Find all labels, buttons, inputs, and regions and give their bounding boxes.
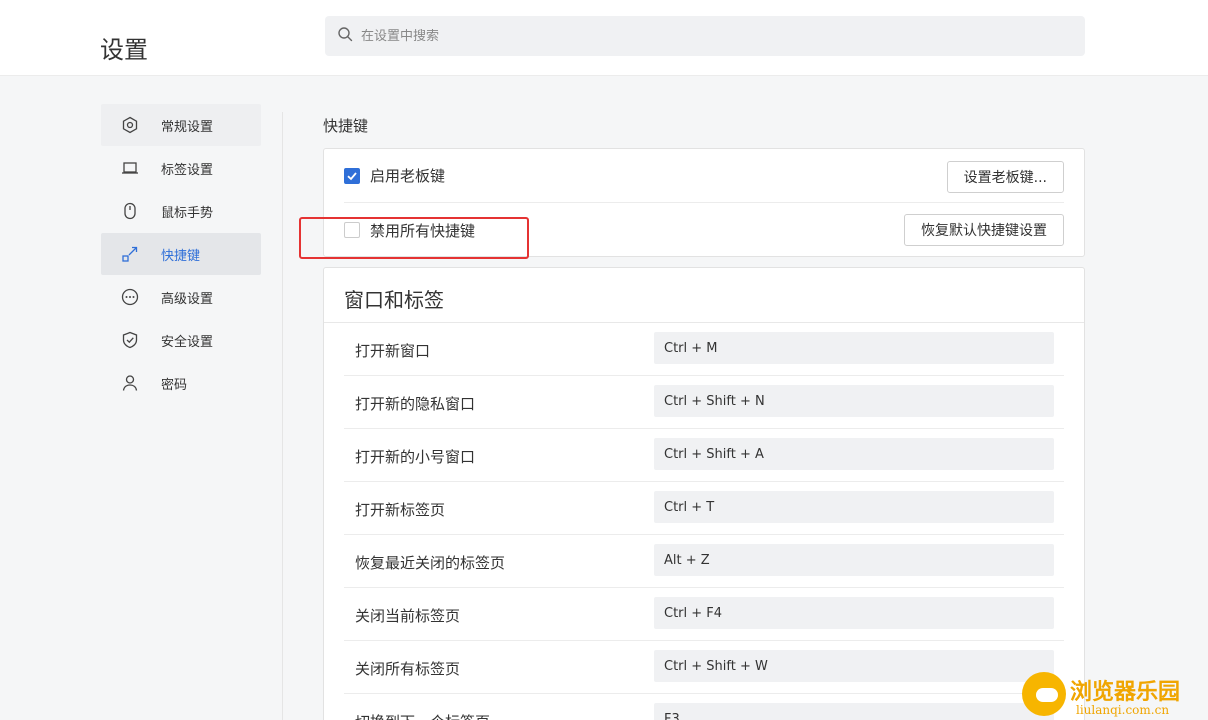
sidebar-item-label: 鼠标手势 bbox=[161, 205, 214, 221]
shortcut-key-field[interactable]: Ctrl + Shift + N bbox=[654, 385, 1054, 417]
sidebar-item-security[interactable]: 安全设置 bbox=[101, 319, 261, 361]
shortcut-key-field[interactable]: Ctrl + M bbox=[654, 332, 1054, 364]
shortcut-key-field[interactable]: Ctrl + Shift + A bbox=[654, 438, 1054, 470]
window-tabs-card: 窗口和标签 打开新窗口 Ctrl + M 打开新的隐私窗口 Ctrl + Shi… bbox=[323, 267, 1085, 720]
page-title: 设置 bbox=[100, 36, 148, 64]
shortcut-name: 打开新的隐私窗口 bbox=[355, 395, 476, 413]
shortcut-name: 恢复最近关闭的标签页 bbox=[355, 554, 506, 572]
shortcut-name: 切换到下一个标签页 bbox=[355, 711, 490, 720]
sidebar-item-shortcuts[interactable]: 快捷键 bbox=[101, 233, 261, 275]
watermark-url: liulanqi.com.cn bbox=[1076, 703, 1170, 717]
watermark-title: 浏览器乐园 bbox=[1070, 679, 1181, 705]
sidebar-item-label: 安全设置 bbox=[161, 334, 214, 350]
more-dots-icon bbox=[121, 288, 139, 306]
shortcut-key-field[interactable]: Ctrl + Shift + W bbox=[654, 650, 1054, 682]
shortcut-name: 关闭当前标签页 bbox=[355, 607, 461, 625]
boss-key-checkbox[interactable] bbox=[344, 167, 360, 184]
sidebar-divider bbox=[282, 112, 283, 720]
shortcut-name: 打开新窗口 bbox=[355, 342, 431, 360]
shortcut-name: 关闭所有标签页 bbox=[355, 660, 461, 678]
shortcut-key-field[interactable]: Alt + Z bbox=[654, 544, 1054, 576]
sidebar-item-label: 快捷键 bbox=[161, 248, 201, 264]
shortcut-key-field[interactable]: Ctrl + T bbox=[654, 491, 1054, 523]
boss-key-row: 启用老板键 设置老板键... bbox=[344, 149, 1064, 203]
shortcut-list: 打开新窗口 Ctrl + M 打开新的隐私窗口 Ctrl + Shift + N… bbox=[344, 323, 1064, 720]
sidebar-item-label: 高级设置 bbox=[161, 291, 214, 307]
sidebar-item-mouse-gestures[interactable]: 鼠标手势 bbox=[101, 190, 261, 232]
shortcut-row: 打开新的小号窗口 Ctrl + Shift + A bbox=[344, 429, 1064, 482]
search-input[interactable] bbox=[361, 28, 961, 44]
sidebar-item-label: 密码 bbox=[161, 377, 188, 393]
card-title: 窗口和标签 bbox=[344, 288, 444, 312]
shortcut-row: 切换到下一个标签页 F3 bbox=[344, 694, 1064, 720]
watermark-logo-icon bbox=[1022, 672, 1066, 716]
annotation-highlight-box bbox=[299, 217, 529, 259]
search-icon bbox=[337, 26, 353, 46]
sidebar-item-label: 常规设置 bbox=[161, 119, 214, 135]
watermark-logo: 浏览器乐园 liulanqi.com.cn bbox=[1020, 670, 1200, 720]
sidebar-item-advanced[interactable]: 高级设置 bbox=[101, 276, 261, 318]
section-title: 快捷键 bbox=[323, 117, 369, 135]
shortcut-row: 关闭当前标签页 Ctrl + F4 bbox=[344, 588, 1064, 641]
shortcut-name: 打开新标签页 bbox=[355, 501, 446, 519]
sidebar-item-tabs[interactable]: 标签设置 bbox=[101, 147, 261, 189]
boss-key-label: 启用老板键 bbox=[370, 167, 446, 185]
set-boss-key-button[interactable]: 设置老板键... bbox=[946, 161, 1064, 193]
mouse-icon bbox=[121, 202, 139, 220]
shortcut-row: 打开新标签页 Ctrl + T bbox=[344, 482, 1064, 535]
shortcut-key-field[interactable]: F3 bbox=[654, 703, 1054, 720]
shortcut-row: 恢复最近关闭的标签页 Alt + Z bbox=[344, 535, 1064, 588]
shortcut-row: 关闭所有标签页 Ctrl + Shift + W bbox=[344, 641, 1064, 694]
restore-defaults-button[interactable]: 恢复默认快捷键设置 bbox=[904, 214, 1064, 246]
sidebar-item-general[interactable]: 常规设置 bbox=[101, 104, 261, 146]
header: 设置 bbox=[0, 0, 1208, 76]
shortcut-arrow-icon bbox=[121, 245, 139, 263]
shortcut-key-field[interactable]: Ctrl + F4 bbox=[654, 597, 1054, 629]
sidebar-item-label: 标签设置 bbox=[161, 162, 214, 178]
shortcut-row: 打开新窗口 Ctrl + M bbox=[344, 323, 1064, 376]
laptop-icon bbox=[121, 159, 139, 177]
shortcut-name: 打开新的小号窗口 bbox=[355, 448, 476, 466]
shield-icon bbox=[121, 331, 139, 349]
user-icon bbox=[121, 374, 139, 392]
search-box[interactable] bbox=[325, 16, 1085, 56]
sidebar-item-password[interactable]: 密码 bbox=[101, 362, 261, 404]
sidebar: 常规设置 标签设置 鼠标手势 快捷键 高级设置 安全设置 密码 bbox=[101, 104, 261, 405]
shortcut-row: 打开新的隐私窗口 Ctrl + Shift + N bbox=[344, 376, 1064, 429]
gear-hexagon-icon bbox=[121, 116, 139, 134]
